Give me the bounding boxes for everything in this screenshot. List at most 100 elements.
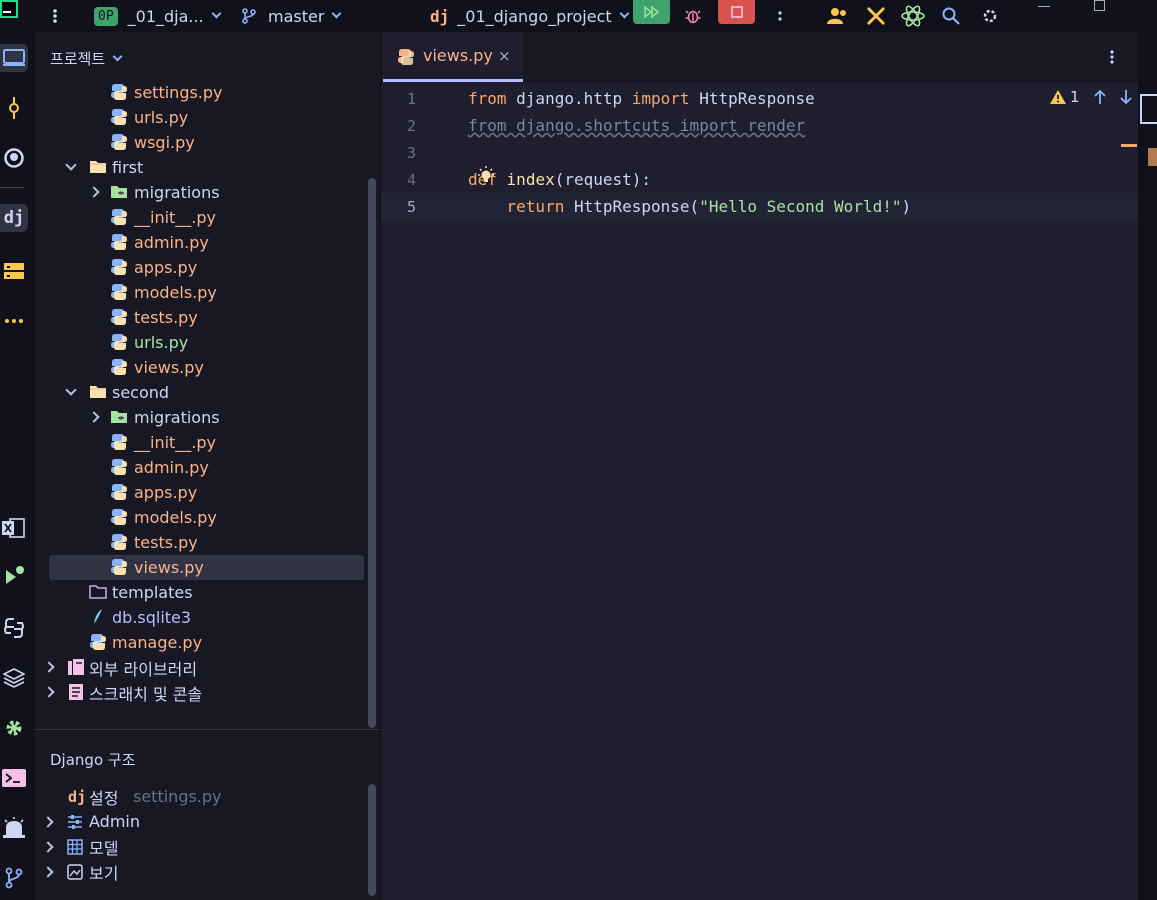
tree-item[interactable]: views.py [35,355,365,380]
line-number: 4 [406,170,416,189]
tab-options-icon[interactable] [1109,49,1123,67]
project-icon [3,49,25,66]
tree-item[interactable]: models.py [35,280,365,305]
git-tool-button[interactable] [0,864,28,892]
chevron-right-icon[interactable] [88,186,100,198]
chevron-right-icon[interactable] [88,411,100,423]
debug-icon[interactable] [685,0,701,32]
tree-item[interactable]: 외부 라이브러리 [35,655,365,680]
folder-icon [89,583,107,601]
tree-item[interactable]: second [35,380,365,405]
intention-bulb-icon[interactable] [476,166,496,186]
layers-tool-button[interactable] [0,664,28,692]
tree-item[interactable]: __init__.py [35,430,365,455]
code-line[interactable]: 5 return HttpResponse("Hello Second Worl… [381,193,1138,220]
run-config-selector[interactable]: dj _01_django_project [430,0,630,32]
django-views-item[interactable]: 보기 [35,859,365,884]
chevron-down-icon[interactable] [65,159,77,171]
code-line[interactable]: 4 def index(request): [381,166,1138,193]
tree-item[interactable]: apps.py [35,480,365,505]
python-console-tool-button[interactable] [0,614,28,642]
tree-item[interactable]: apps.py [35,255,365,280]
code-area[interactable]: 1 from django.http import HttpResponse 2… [381,82,1138,900]
project-switcher[interactable]: 0P _01_dja... [94,0,222,32]
branch-name: master [268,6,325,26]
tree-item[interactable]: migrations [35,405,365,430]
tree-item[interactable]: migrations [35,180,365,205]
more-tools-button[interactable] [0,307,28,335]
tree-item[interactable]: db.sqlite3 [35,605,365,630]
tree-item-label: apps.py [134,258,198,277]
tools-icon[interactable] [866,0,886,32]
minimize-icon[interactable] [1038,0,1050,14]
chevron-right-icon[interactable] [42,815,54,828]
project-view-selector[interactable]: 프로젝트 [50,48,123,69]
chevron-right-icon[interactable] [42,840,54,853]
python-file-icon [110,333,128,351]
warning-stripe-marker[interactable] [1121,144,1137,147]
problems-tool-button[interactable] [0,814,28,842]
tree-item[interactable]: first [35,155,365,180]
ai-assistant-icon[interactable] [900,0,926,32]
django-settings-item[interactable]: dj 설정 settings.py [35,784,365,809]
code-line[interactable]: 3 [381,139,1138,166]
more-actions-icon[interactable] [777,0,783,32]
commit-tool-button[interactable] [0,94,28,122]
tree-scrollbar[interactable] [368,178,376,728]
tree-item[interactable]: urls.py [35,330,365,355]
github-tool-button[interactable] [0,144,28,172]
branch-switcher[interactable]: master [242,0,342,32]
tree-item-label: manage.py [112,633,203,652]
terminal-tool-button[interactable] [0,764,28,792]
inspection-widget[interactable]: 1 [1049,88,1133,106]
tree-item[interactable]: tests.py [35,305,365,330]
tree-item[interactable]: urls.py [35,105,365,130]
code-line[interactable]: 2 from django.shortcuts import render [381,112,1138,139]
close-icon[interactable]: × [498,47,511,65]
collab-icon[interactable] [827,0,849,32]
settings-icon[interactable] [982,0,998,32]
stop-button[interactable] [718,0,755,24]
django-scrollbar[interactable] [368,784,376,896]
tab-views-py[interactable]: views.py × [383,32,523,82]
arrow-down-icon[interactable] [1119,89,1133,105]
tab-label: views.py [423,46,493,65]
maximize-icon[interactable] [1094,0,1106,14]
library-icon [67,658,85,676]
search-icon[interactable] [942,0,960,32]
tree-item[interactable]: views.py [49,555,364,580]
tree-item[interactable]: __init__.py [35,205,365,230]
tree-item[interactable]: admin.py [35,230,365,255]
tree-item-label: second [112,383,170,402]
project-tool-button[interactable] [0,44,28,72]
tool-window-strip: dj [0,32,35,900]
excel-tool-button[interactable] [0,514,28,542]
run-button[interactable] [633,0,670,24]
django-models-item[interactable]: 모델 [35,834,365,859]
django-tool-button[interactable]: dj [0,204,28,232]
chevron-down-icon[interactable] [65,384,77,396]
database-tool-button[interactable] [0,257,28,285]
tree-item[interactable]: 스크래치 및 콘솔 [35,680,365,705]
run-tool-button[interactable] [0,562,28,590]
tree-item[interactable]: manage.py [35,630,365,655]
tree-item[interactable]: settings.py [35,80,365,105]
tree-item[interactable]: models.py [35,505,365,530]
chevron-right-icon[interactable] [43,661,55,673]
arrow-up-icon[interactable] [1093,89,1107,105]
tree-item[interactable]: templates [35,580,365,605]
services-tool-button[interactable] [0,714,28,742]
code-line[interactable]: 1 from django.http import HttpResponse [381,85,1138,112]
chevron-right-icon[interactable] [42,865,54,878]
notifications-icon[interactable] [1140,94,1157,124]
tree-item[interactable]: admin.py [35,455,365,480]
main-menu-icon[interactable] [52,0,58,32]
tree-item[interactable]: tests.py [35,530,365,555]
tree-item-label: __init__.py [134,433,217,452]
marker-icon[interactable] [1148,148,1157,166]
tree-item-label: 스크래치 및 콘솔 [89,684,203,704]
chevron-right-icon[interactable] [43,686,55,698]
django-admin-item[interactable]: Admin [35,809,365,834]
tree-item-label: 외부 라이브러리 [89,659,198,679]
tree-item[interactable]: wsgi.py [35,130,365,155]
